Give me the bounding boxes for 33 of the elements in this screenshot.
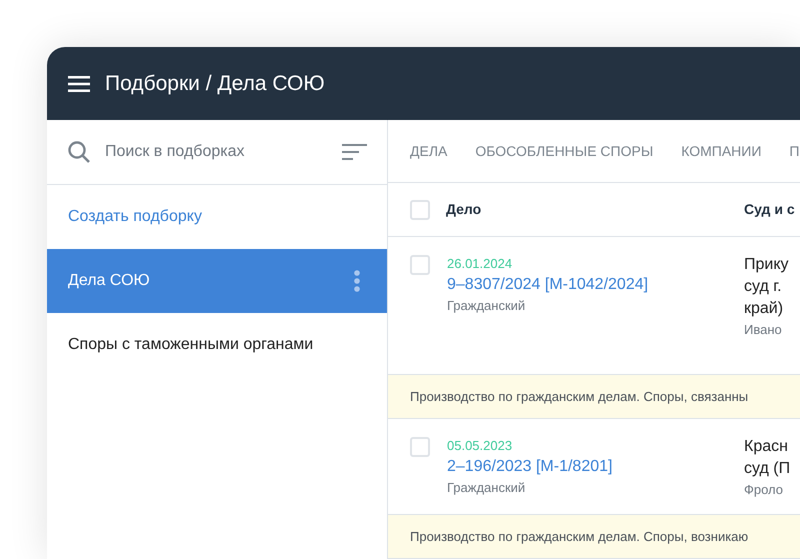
case-description: Производство по гражданским делам. Споры, возникаю [388,515,800,559]
court-name: край) [744,299,784,319]
case-date: 05.05.2023 [447,437,514,455]
tab[interactable]: КОМПАНИИ [681,140,762,162]
collection-item[interactable]: Дела СОЮ [47,249,387,313]
sort-icon[interactable] [342,144,367,160]
judge-name: Ивано [744,321,783,339]
tab[interactable]: П [789,140,800,162]
menu-icon[interactable] [68,76,90,92]
case-number-link[interactable]: 9–8307/2024 [М-1042/2024] [447,273,648,296]
case-date: 26.01.2024 [447,255,514,273]
case-description: Производство по гражданским делам. Споры, связанны [388,375,800,419]
row-checkbox[interactable] [410,437,430,457]
more-icon[interactable] [354,270,360,292]
column-header: Дело [446,200,482,220]
select-all-checkbox[interactable] [410,200,430,220]
row-checkbox[interactable] [410,255,430,275]
court-name: суд г. [744,277,783,297]
column-header: Суд и с [744,200,795,220]
search-field[interactable]: Поиск в подборках [105,140,328,164]
judge-name: Фроло [744,481,784,499]
court-name: Красн [744,437,789,457]
case-type: Гражданский [447,297,526,315]
case-number-link[interactable]: 2–196/2023 [М-1/8201] [447,455,612,478]
court-name: Прику [744,255,789,275]
search-icon [67,140,91,164]
collection-item[interactable]: Споры с таможенными органами [47,313,387,377]
tab[interactable]: ОБОСОБЛЕННЫЕ СПОРЫ [475,140,654,162]
tab[interactable]: ДЕЛА [410,140,448,162]
create-collection-link[interactable]: Создать подборку [68,205,202,229]
court-name: суд (П [744,459,790,479]
case-type: Гражданский [447,479,526,497]
page-title: Подборки / Дела СОЮ [105,70,325,97]
